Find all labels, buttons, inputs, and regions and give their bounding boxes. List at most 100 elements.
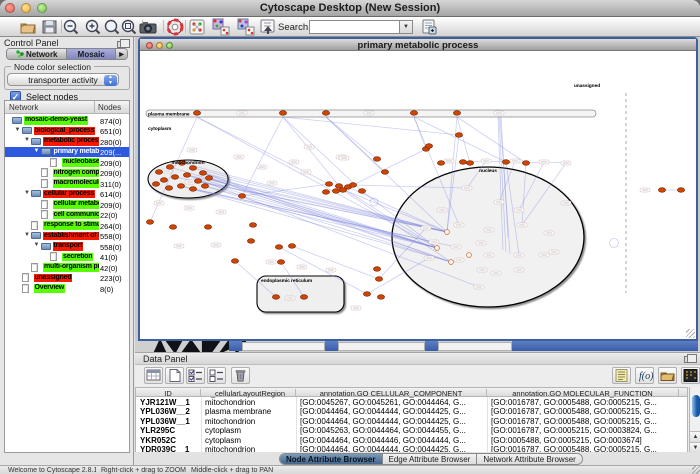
table-cell[interactable]: YKR052C: [140, 436, 199, 445]
search-input[interactable]: ▼: [309, 20, 413, 34]
background-window-preview[interactable]: [338, 342, 425, 351]
graph-node[interactable]: [199, 171, 206, 176]
graph-node[interactable]: [325, 182, 332, 187]
zoom-in-icon[interactable]: [84, 18, 102, 36]
graph-node[interactable]: [275, 245, 282, 250]
nucleus-region[interactable]: [392, 167, 584, 307]
tree-row-label[interactable]: unassigned: [34, 274, 73, 283]
help-icon[interactable]: [166, 18, 184, 36]
attribute-table-icon[interactable]: [144, 367, 163, 384]
tree-row[interactable]: ▼metabolic process280(0): [5, 136, 129, 147]
graph-node[interactable]: [459, 160, 466, 165]
graph-node[interactable]: [205, 176, 212, 181]
tree-row[interactable]: ▼primary metab209(...: [5, 147, 129, 158]
tree-row-label[interactable]: establishment of lo: [43, 232, 99, 241]
save-icon[interactable]: [41, 18, 59, 36]
graph-node[interactable]: [381, 170, 388, 175]
attribute-list-icon[interactable]: [612, 367, 631, 384]
table-cell[interactable]: [GO:0005488, GO:0005215, GO:0003674]: [491, 436, 677, 445]
graph-node[interactable]: [288, 244, 295, 249]
graph-node[interactable]: [377, 295, 384, 300]
graph-node[interactable]: [277, 260, 284, 265]
table-cell[interactable]: [GO:0016787, GO:0005215, GO:0003824, G..…: [491, 426, 677, 435]
tree-row-label[interactable]: mosaic-demo-yeast: [24, 116, 88, 125]
graph-edge[interactable]: [283, 117, 339, 186]
network-overlay-2-icon[interactable]: [237, 18, 255, 36]
graph-edge[interactable]: [457, 117, 526, 163]
tree-row[interactable]: cell communicat22(0): [5, 210, 129, 221]
snapshot-icon[interactable]: [139, 18, 157, 36]
tree-row-label[interactable]: cellular process: [43, 190, 95, 199]
tree-row-label[interactable]: response to stimulu: [43, 221, 99, 230]
graph-node[interactable]: [322, 111, 329, 116]
unselect-attributes-icon[interactable]: [207, 367, 226, 384]
graph-edge[interactable]: [414, 117, 506, 162]
graph-node[interactable]: [155, 170, 162, 175]
graph-node[interactable]: [247, 239, 254, 244]
control-panel-float-icon[interactable]: [117, 41, 125, 48]
tree-row-label[interactable]: cellular metabol: [53, 200, 100, 209]
graph-node[interactable]: [453, 111, 460, 116]
tree-row[interactable]: ▼cellular process614(0): [5, 189, 129, 200]
tree-row[interactable]: Overview8(0): [5, 283, 129, 294]
tree-row[interactable]: ▼establishment of lo558(0): [5, 231, 129, 242]
zoom-out-icon[interactable]: [62, 18, 80, 36]
background-windows-strip[interactable]: [135, 341, 700, 352]
graph-node[interactable]: [437, 161, 444, 166]
tab-network[interactable]: Network: [7, 49, 67, 59]
graph-node[interactable]: [455, 133, 462, 138]
graph-node[interactable]: [194, 179, 201, 184]
table-column-header[interactable]: annotation.GO MOLECULAR_FUNCTION: [487, 389, 679, 397]
graph-node[interactable]: [322, 190, 329, 195]
graph-node[interactable]: [171, 175, 178, 180]
table-cell[interactable]: YJR121W__1: [140, 398, 199, 407]
graph-self-loop[interactable]: [610, 239, 619, 248]
background-window-preview[interactable]: [242, 342, 325, 351]
background-window-titlebar[interactable]: [325, 341, 338, 351]
table-cell[interactable]: mitochondrion: [205, 417, 294, 426]
network-view-window[interactable]: primary metabolic process plasma membran…: [138, 37, 698, 341]
table-cell[interactable]: plasma membrane: [205, 407, 294, 416]
graph-node[interactable]: [658, 188, 665, 193]
tree-row-label[interactable]: transport: [53, 242, 84, 251]
graph-node[interactable]: [169, 225, 176, 230]
graph-node[interactable]: [189, 166, 196, 171]
graph-node[interactable]: [358, 189, 365, 194]
graph-node[interactable]: [332, 189, 339, 194]
graph-hub-node[interactable]: [449, 260, 454, 265]
table-column-header[interactable]: ID: [136, 389, 201, 397]
network-overlay-1-icon[interactable]: [212, 18, 230, 36]
graph-node[interactable]: [300, 295, 307, 300]
tree-row-label[interactable]: multi-organism pro: [43, 263, 99, 272]
tree-row[interactable]: ▼transport558(0): [5, 241, 129, 252]
table-row[interactable]: YPL036W__2plasma membrane[GO:0044464, GO…: [136, 407, 687, 417]
attribute-table-header[interactable]: ID_cellularLayoutRegionannotation.GO CEL…: [136, 388, 687, 397]
data-panel-scrollbar[interactable]: ▲ ▼: [689, 387, 700, 453]
graph-node[interactable]: [249, 223, 256, 228]
table-cell[interactable]: [GO:0044464, GO:0044444, GO:0044425, G..…: [300, 407, 485, 416]
tree-row[interactable]: mosaic-demo-yeast874(0): [5, 115, 129, 126]
background-window-titlebar[interactable]: [512, 341, 698, 351]
tree-row-label[interactable]: macromolecule: [53, 179, 100, 188]
graph-hub-node[interactable]: [435, 246, 440, 251]
table-cell[interactable]: [GO:0016787, GO:0005488, GO:0005215, G..…: [491, 417, 677, 426]
graph-node[interactable]: [466, 161, 473, 166]
tree-row[interactable]: nucleobase-209(0): [5, 157, 129, 168]
tab-network-attribute-browser[interactable]: Network Attribute Browser: [477, 454, 581, 464]
table-row[interactable]: YJR121W__1mitochondrion[GO:0045267, GO:0…: [136, 397, 687, 407]
tree-row-label[interactable]: secretion: [62, 253, 93, 262]
table-column-header[interactable]: _cellularLayoutRegion: [201, 389, 296, 397]
tree-column-nodes[interactable]: Nodes: [98, 103, 121, 112]
graph-node[interactable]: [231, 259, 238, 264]
table-cell[interactable]: [GO:0045267, GO:0045261, GO:0044464, G..…: [300, 398, 485, 407]
graph-node[interactable]: [146, 220, 153, 225]
background-window-titlebar[interactable]: [229, 341, 242, 351]
scrollbar-thumb[interactable]: [692, 395, 700, 417]
graph-node[interactable]: [177, 184, 184, 189]
graph-node[interactable]: [204, 225, 211, 230]
zoom-selected-icon[interactable]: [120, 18, 138, 36]
background-window-preview[interactable]: [438, 342, 512, 351]
graph-node[interactable]: [410, 111, 417, 116]
graph-node[interactable]: [522, 161, 529, 166]
graph-hub-node[interactable]: [445, 230, 450, 235]
